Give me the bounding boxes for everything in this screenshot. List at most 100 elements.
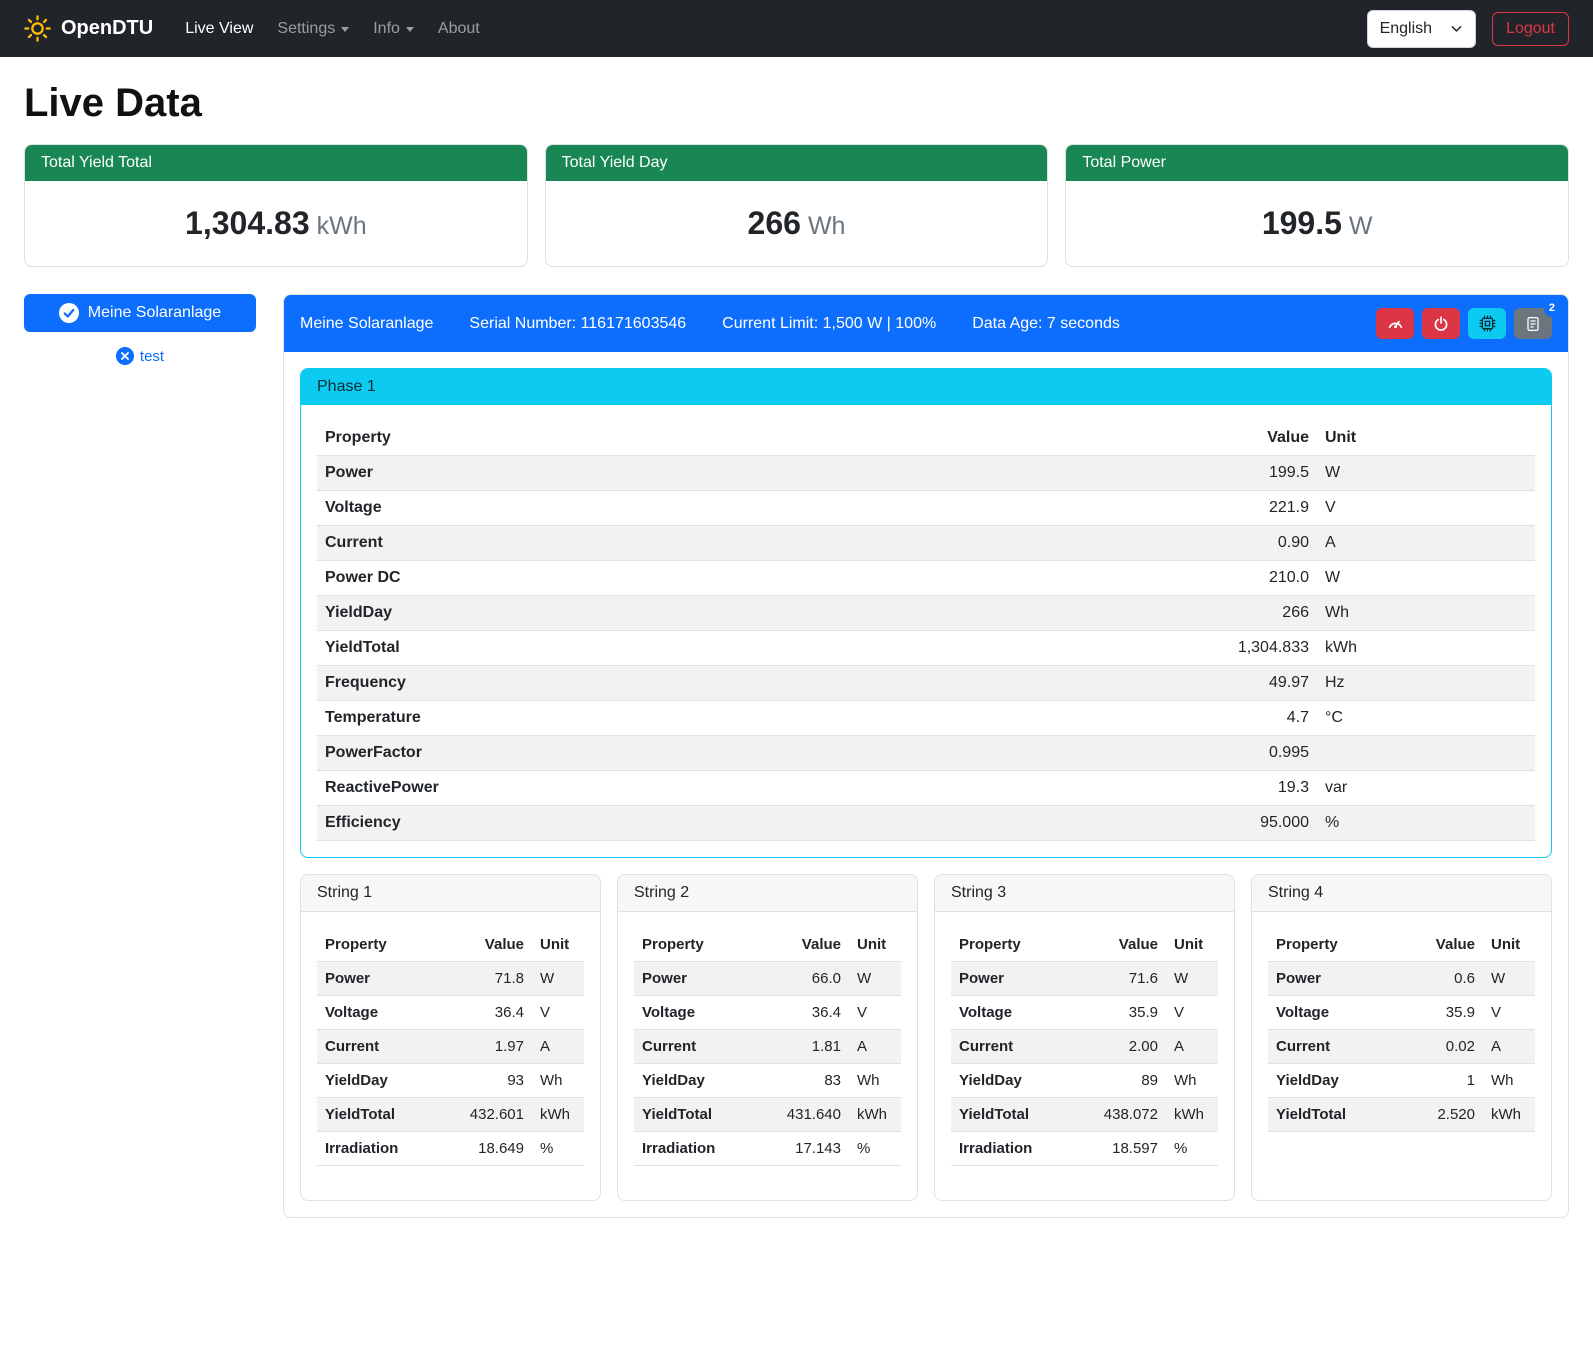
string-card-body: Property Value Unit Power71.6WVoltage35.… bbox=[935, 912, 1234, 1200]
column-header-property: Property bbox=[317, 421, 1187, 456]
string-table: Property Value Unit Power0.6WVoltage35.9… bbox=[1268, 928, 1535, 1132]
chevron-down-icon bbox=[341, 27, 349, 32]
summary-card-body: 266Wh bbox=[546, 181, 1048, 266]
chevron-down-icon bbox=[1450, 22, 1463, 35]
summary-unit: Wh bbox=[808, 212, 846, 240]
string-card-title: String 4 bbox=[1252, 875, 1551, 912]
column-header-unit: Unit bbox=[1483, 928, 1535, 962]
column-header-value: Value bbox=[450, 928, 532, 962]
inverter-panel: Meine Solaranlage Serial Number: 1161716… bbox=[283, 294, 1569, 1218]
string-card: String 4 Property Value Unit Power0.6WVo… bbox=[1251, 874, 1552, 1201]
summary-value: 266 bbox=[748, 205, 801, 241]
summary-value: 199.5 bbox=[1262, 205, 1342, 241]
top-navbar: OpenDTU Live View Settings Info About En… bbox=[0, 0, 1593, 57]
column-header-unit: Unit bbox=[532, 928, 584, 962]
inverter-item-test[interactable]: test bbox=[24, 347, 256, 365]
inverter-actions: 2 bbox=[1376, 308, 1552, 339]
logout-button[interactable]: Logout bbox=[1492, 12, 1569, 46]
navbar-right: English Logout bbox=[1367, 10, 1569, 48]
string-table-body: Power0.6WVoltage35.9VCurrent0.02AYieldDa… bbox=[1268, 962, 1535, 1132]
inverter-item-test-label: test bbox=[140, 348, 164, 365]
table-row: Voltage36.4V bbox=[634, 996, 901, 1030]
power-control-button[interactable] bbox=[1422, 308, 1460, 339]
nav-item-about[interactable]: About bbox=[426, 12, 492, 46]
table-row: Power71.6W bbox=[951, 962, 1218, 996]
string-table: Property Value Unit Power66.0WVoltage36.… bbox=[634, 928, 901, 1166]
table-header-row: Property Value Unit bbox=[317, 928, 584, 962]
table-row: YieldTotal431.640kWh bbox=[634, 1098, 901, 1132]
table-row: Power0.6W bbox=[1268, 962, 1535, 996]
inverter-select-button[interactable]: Meine Solaranlage bbox=[24, 294, 256, 332]
nav-item-info[interactable]: Info bbox=[361, 12, 426, 46]
table-header-row: Property Value Unit bbox=[951, 928, 1218, 962]
string-card: String 1 Property Value Unit Power71.8WV… bbox=[300, 874, 601, 1201]
table-row: Frequency49.97Hz bbox=[317, 666, 1535, 701]
table-row: YieldTotal432.601kWh bbox=[317, 1098, 584, 1132]
table-row: Power66.0W bbox=[634, 962, 901, 996]
table-row: Power DC210.0W bbox=[317, 561, 1535, 596]
sun-logo-icon bbox=[24, 15, 51, 42]
string-card-body: Property Value Unit Power71.8WVoltage36.… bbox=[301, 912, 600, 1200]
table-row: Efficiency95.000% bbox=[317, 806, 1535, 841]
phase-card-title: Phase 1 bbox=[301, 369, 1551, 405]
phase-card-body: Property Value Unit Power199.5WVoltage22… bbox=[301, 405, 1551, 857]
nav-item-settings[interactable]: Settings bbox=[265, 12, 361, 46]
table-row: PowerFactor0.995 bbox=[317, 736, 1535, 771]
table-row: YieldDay89Wh bbox=[951, 1064, 1218, 1098]
table-row: YieldTotal1,304.833kWh bbox=[317, 631, 1535, 666]
table-row: YieldTotal438.072kWh bbox=[951, 1098, 1218, 1132]
table-row: Voltage35.9V bbox=[1268, 996, 1535, 1030]
table-row: Power199.5W bbox=[317, 456, 1535, 491]
limit-settings-button[interactable] bbox=[1376, 308, 1414, 339]
table-row: Irradiation18.597% bbox=[951, 1132, 1218, 1166]
nav-item-settings-label: Settings bbox=[277, 20, 335, 38]
nav-links: Live View Settings Info About bbox=[173, 12, 492, 46]
table-header-row: Property Value Unit bbox=[1268, 928, 1535, 962]
table-row: ReactivePower19.3var bbox=[317, 771, 1535, 806]
summary-card-total-yield-day: Total Yield Day 266Wh bbox=[545, 144, 1049, 267]
table-row: Voltage36.4V bbox=[317, 996, 584, 1030]
column-header-value: Value bbox=[1187, 421, 1317, 456]
column-header-value: Value bbox=[1084, 928, 1166, 962]
string-table-body: Power71.6WVoltage35.9VCurrent2.00AYieldD… bbox=[951, 962, 1218, 1166]
inverter-panel-body: Phase 1 Property Value Unit Power199.5WV… bbox=[284, 352, 1568, 1217]
brand[interactable]: OpenDTU bbox=[24, 15, 153, 42]
language-select-value: English bbox=[1380, 20, 1432, 38]
nav-item-info-label: Info bbox=[373, 20, 400, 38]
power-icon bbox=[1433, 316, 1449, 332]
string-table-body: Power66.0WVoltage36.4VCurrent1.81AYieldD… bbox=[634, 962, 901, 1166]
language-select[interactable]: English bbox=[1367, 10, 1476, 48]
inverter-limit: Current Limit: 1,500 W | 100% bbox=[722, 315, 936, 333]
summary-card-body: 199.5W bbox=[1066, 181, 1568, 266]
string-table-body: Power71.8WVoltage36.4VCurrent1.97AYieldD… bbox=[317, 962, 584, 1166]
string-card-body: Property Value Unit Power66.0WVoltage36.… bbox=[618, 912, 917, 1200]
table-row: Irradiation18.649% bbox=[317, 1132, 584, 1166]
column-header-unit: Unit bbox=[1317, 421, 1535, 456]
inverter-serial: Serial Number: 116171603546 bbox=[469, 315, 686, 333]
table-row: Current1.97A bbox=[317, 1030, 584, 1064]
table-row: YieldDay1Wh bbox=[1268, 1064, 1535, 1098]
table-row: YieldDay266Wh bbox=[317, 596, 1535, 631]
summary-card-total-yield-total: Total Yield Total 1,304.83kWh bbox=[24, 144, 528, 267]
column-header-property: Property bbox=[951, 928, 1084, 962]
column-header-property: Property bbox=[634, 928, 767, 962]
summary-card-body: 1,304.83kWh bbox=[25, 181, 527, 266]
device-info-button[interactable] bbox=[1468, 308, 1506, 339]
table-row: Current2.00A bbox=[951, 1030, 1218, 1064]
x-circle-icon bbox=[116, 347, 134, 365]
speedometer-icon bbox=[1387, 315, 1404, 332]
string-card-title: String 3 bbox=[935, 875, 1234, 912]
table-row: Current1.81A bbox=[634, 1030, 901, 1064]
inverter-data-age: Data Age: 7 seconds bbox=[972, 315, 1120, 333]
event-log-button[interactable]: 2 bbox=[1514, 308, 1552, 339]
table-row: YieldDay83Wh bbox=[634, 1064, 901, 1098]
cpu-icon bbox=[1479, 315, 1496, 332]
nav-item-live-view[interactable]: Live View bbox=[173, 12, 265, 46]
table-row: YieldDay93Wh bbox=[317, 1064, 584, 1098]
column-header-value: Value bbox=[767, 928, 849, 962]
inverter-sidebar: Meine Solaranlage test bbox=[24, 294, 256, 365]
table-row: YieldTotal2.520kWh bbox=[1268, 1098, 1535, 1132]
table-row: Irradiation17.143% bbox=[634, 1132, 901, 1166]
table-header-row: Property Value Unit bbox=[634, 928, 901, 962]
string-card: String 3 Property Value Unit Power71.6WV… bbox=[934, 874, 1235, 1201]
